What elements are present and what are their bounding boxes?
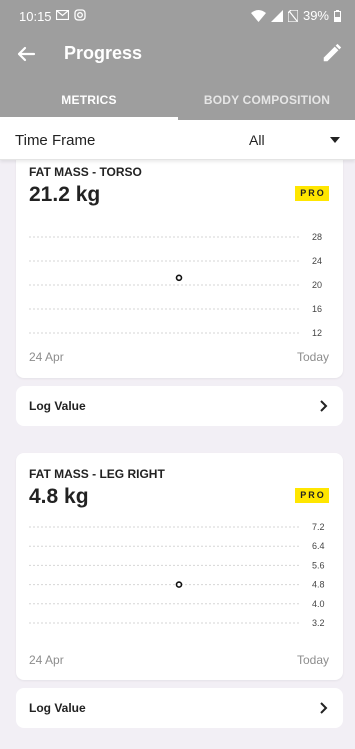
chart-y-tick-label: 6.4	[312, 541, 325, 551]
tab-body-composition-label: BODY COMPOSITION	[203, 93, 331, 107]
chart-y-tick-label: 4.0	[312, 599, 325, 609]
battery-percent: 39%	[302, 8, 329, 23]
tab-body-composition[interactable]: BODY COMPOSITION	[178, 76, 355, 120]
battery-icon	[334, 9, 341, 22]
chart-y-tick-label: 20	[312, 280, 322, 290]
page-title: Progress	[64, 43, 143, 63]
status-bar: 10:15 39%	[0, 0, 355, 32]
status-time: 10:15	[19, 9, 52, 24]
time-frame-label: Time Frame	[15, 132, 96, 149]
back-arrow-icon[interactable]	[14, 42, 38, 66]
chevron-right-icon	[320, 702, 328, 714]
wifi-icon	[250, 9, 266, 22]
metric-value: 21.2 kg	[29, 183, 101, 206]
signal-icon	[270, 9, 283, 22]
chevron-right-icon	[320, 400, 328, 412]
time-frame-selector[interactable]: Time Frame All	[0, 120, 355, 160]
chart-end-date: Today	[296, 350, 329, 364]
metric-card-fat-mass-leg-right[interactable]: FAT MASS - LEG RIGHT 4.8 kg PRO 7.2 6.4 5.…	[16, 453, 343, 680]
chart-y-tick-label: 28	[312, 232, 322, 242]
app-bar: Progress	[0, 32, 355, 76]
pro-badge: PRO	[295, 186, 329, 201]
chart-data-point[interactable]	[175, 274, 183, 282]
chart-y-tick-label: 12	[312, 328, 322, 337]
chart-y-tick-label: 4.8	[312, 580, 325, 590]
metric-card-fat-mass-torso[interactable]: FAT MASS - TORSO 21.2 kg PRO 28 24 20 16 12 …	[16, 152, 343, 378]
time-frame-value[interactable]: All	[249, 132, 265, 148]
gmail-icon	[56, 10, 69, 20]
chart-data-point[interactable]	[175, 581, 183, 588]
tab-bar: METRICS BODY COMPOSITION	[0, 76, 355, 120]
pencil-icon[interactable]	[321, 42, 343, 64]
chart-y-tick-label: 7.2	[312, 522, 325, 532]
chart-y-tick-label: 5.6	[312, 560, 325, 570]
metric-chart: 28 24 20 16 12	[29, 232, 322, 337]
metric-chart: 7.2 6.4 5.6 4.8 4.0 3.2	[29, 522, 325, 627]
chart-start-date: 24 Apr	[29, 653, 64, 667]
tab-metrics-label: METRICS	[61, 93, 117, 107]
metric-name: FAT MASS - LEG RIGHT	[29, 467, 165, 481]
metric-name: FAT MASS - TORSO	[29, 165, 142, 179]
tab-metrics[interactable]: METRICS	[0, 76, 178, 120]
log-value-button[interactable]: Log Value	[16, 688, 343, 728]
dropdown-caret-icon[interactable]	[330, 137, 340, 143]
pro-badge: PRO	[295, 488, 329, 503]
log-value-button[interactable]: Log Value	[16, 386, 343, 426]
no-sim-icon	[287, 9, 298, 22]
instagram-icon	[74, 9, 86, 21]
chart-y-tick-label: 3.2	[312, 618, 325, 627]
chart-y-tick-label: 24	[312, 256, 322, 266]
chart-y-tick-label: 16	[312, 304, 322, 314]
bottom-spacer	[0, 740, 355, 749]
metric-value: 4.8 kg	[29, 485, 89, 508]
chart-end-date: Today	[296, 653, 329, 667]
chart-start-date: 24 Apr	[29, 350, 64, 364]
log-value-label: Log Value	[29, 399, 86, 413]
log-value-label: Log Value	[29, 701, 86, 715]
